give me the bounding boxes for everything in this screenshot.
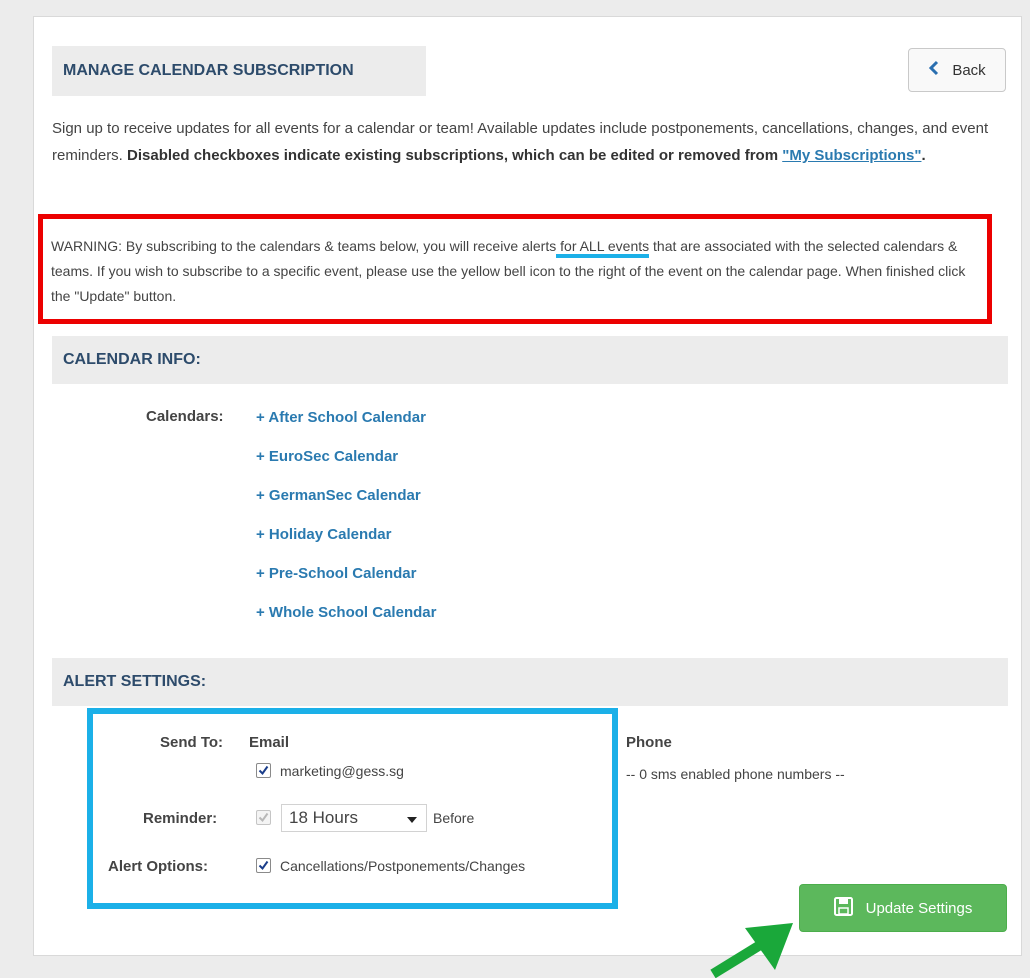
calendar-info-heading: CALENDAR INFO:	[52, 336, 1008, 384]
chevron-left-icon	[928, 60, 940, 80]
alert-settings-heading-text: ALERT SETTINGS:	[63, 673, 207, 690]
alert-options-label: Alert Options:	[108, 858, 208, 875]
calendar-item-after-school[interactable]: + After School Calendar	[256, 408, 436, 447]
page-title-text: MANAGE CALENDAR SUBSCRIPTION	[63, 62, 354, 79]
intro-text-bold: Disabled checkboxes indicate existing su…	[127, 147, 779, 164]
back-button-label: Back	[952, 61, 986, 79]
alert-options-text: Cancellations/Postponements/Changes	[280, 858, 526, 874]
update-settings-button[interactable]: Update Settings	[799, 884, 1007, 932]
green-arrow-annotation	[710, 923, 793, 978]
phone-column-label: Phone	[626, 734, 672, 751]
calendar-item-holiday[interactable]: + Holiday Calendar	[256, 525, 436, 564]
calendar-item-whole-school[interactable]: + Whole School Calendar	[256, 603, 436, 642]
email-checkbox[interactable]	[256, 763, 271, 778]
reminder-select[interactable]: 18 Hours	[281, 804, 427, 832]
reminder-label: Reminder:	[143, 810, 218, 827]
calendar-item-eurosec[interactable]: + EuroSec Calendar	[256, 447, 436, 486]
calendar-list: + After School Calendar + EuroSec Calend…	[256, 408, 436, 642]
email-value: marketing@gess.sg	[280, 763, 404, 779]
reminder-checkbox[interactable]	[256, 810, 271, 825]
phone-value: -- 0 sms enabled phone numbers --	[626, 766, 845, 782]
checkmark-icon	[258, 812, 269, 823]
intro-period: .	[921, 147, 926, 164]
alert-options-checkbox[interactable]	[256, 858, 271, 873]
alert-settings-heading: ALERT SETTINGS:	[52, 658, 1008, 706]
calendar-info-heading-text: CALENDAR INFO:	[63, 351, 201, 368]
send-to-label: Send To:	[160, 734, 224, 751]
checkmark-icon	[258, 765, 269, 776]
calendar-item-pre-school[interactable]: + Pre-School Calendar	[256, 564, 436, 603]
dropdown-arrow-icon	[407, 817, 417, 823]
calendars-label: Calendars:	[146, 408, 224, 425]
email-column-label: Email	[249, 734, 290, 751]
warning-box: WARNING: By subscribing to the calendars…	[38, 214, 992, 324]
update-settings-label: Update Settings	[865, 899, 973, 917]
intro-text: Sign up to receive updates for all event…	[52, 115, 997, 169]
warning-text-start: WARNING: By subscribing to the calendars…	[51, 238, 557, 254]
warning-highlight: for ALL events	[556, 238, 650, 258]
save-icon	[833, 896, 853, 920]
reminder-suffix: Before	[433, 810, 475, 826]
reminder-select-value: 18 Hours	[289, 808, 358, 827]
checkmark-icon	[258, 860, 269, 871]
calendar-item-germansec[interactable]: + GermanSec Calendar	[256, 486, 436, 525]
page-title: MANAGE CALENDAR SUBSCRIPTION	[52, 46, 426, 96]
back-button[interactable]: Back	[908, 48, 1006, 92]
my-subscriptions-link[interactable]: "My Subscriptions"	[782, 147, 921, 164]
